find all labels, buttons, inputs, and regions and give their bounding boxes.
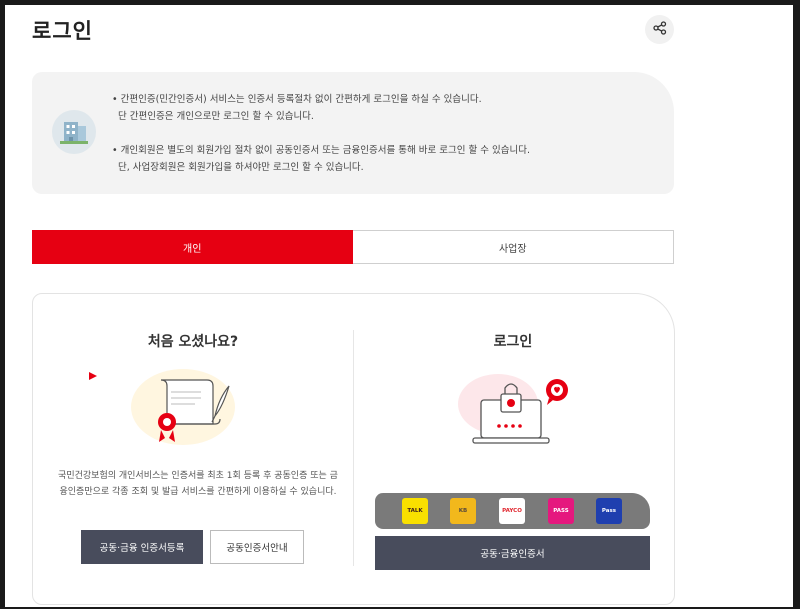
cert-guide-button[interactable]: 공동인증서안내: [210, 530, 304, 564]
samsung-pass-icon[interactable]: Pass: [596, 498, 622, 524]
register-cert-button[interactable]: 공동·금융 인증서등록: [81, 530, 203, 564]
cert-login-button[interactable]: 공동·금융인증서: [375, 536, 650, 570]
kb-icon[interactable]: KB: [450, 498, 476, 524]
kakao-label: TALK: [407, 508, 423, 514]
samsung-pass-label: Pass: [601, 508, 617, 514]
certificate-scroll-icon: [83, 362, 243, 456]
tab-personal[interactable]: 개인: [32, 230, 353, 264]
first-visit-title: 처음 오셨나요?: [147, 334, 239, 350]
laptop-lock-icon: [443, 364, 573, 458]
page-title: 로그인: [32, 19, 93, 43]
info-line-3: • 개인회원은 별도의 회원가입 절차 없이 공동인증서 또는 금융인증서를 통…: [112, 145, 530, 156]
info-line-2: 단 간편인증은 개인으로만 로그인 할 수 있습니다.: [118, 111, 314, 122]
login-title: 로그인: [493, 334, 533, 350]
share-button[interactable]: [645, 15, 674, 44]
share-icon: [652, 20, 667, 39]
info-line-4: 단, 사업장회원은 회원가입을 하셔야만 로그인 할 수 있습니다.: [118, 162, 364, 173]
building-icon: [52, 110, 96, 154]
tab-business[interactable]: 사업장: [352, 230, 674, 264]
pass-label: PASS: [553, 508, 569, 514]
login-page: 로그인 • 간편인증(민간인증서) 서비스는 인증서 등록절차 없이 간편하게 …: [5, 5, 793, 607]
payco-icon[interactable]: PAYCO: [499, 498, 525, 524]
login-card: 처음 오셨나요? 국민건강보험의 개인서비스는 인증서를 최초 1회 등록 후 …: [32, 293, 675, 605]
simple-auth-strip: TALK KB PAYCO PASS Pass: [375, 493, 650, 529]
info-line-1: • 간편인증(민간인증서) 서비스는 인증서 등록절차 없이 간편하게 로그인을…: [112, 94, 482, 105]
first-visit-description: 국민건강보험의 개인서비스는 인증서를 최초 1회 등록 후 공동인증 또는 금…: [58, 471, 338, 497]
payco-label: PAYCO: [502, 508, 522, 514]
kakao-icon[interactable]: TALK: [402, 498, 428, 524]
pass-icon[interactable]: PASS: [548, 498, 574, 524]
info-notice: • 간편인증(민간인증서) 서비스는 인증서 등록절차 없이 간편하게 로그인을…: [32, 72, 674, 194]
login-type-tabs: 개인 사업장: [32, 230, 674, 264]
column-divider: [353, 330, 354, 566]
kb-label: KB: [458, 508, 468, 514]
